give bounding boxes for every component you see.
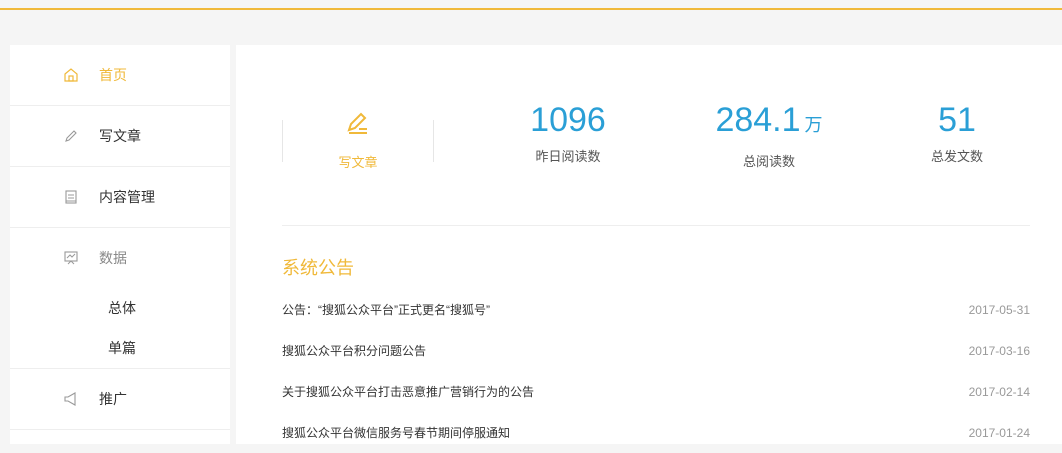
sidebar-item-label: 推广 — [99, 391, 127, 407]
sidebar-item-write[interactable]: 写文章 — [10, 106, 230, 167]
chart-board-icon — [63, 250, 79, 266]
megaphone-icon — [63, 391, 79, 407]
main-panel: 写文章 1096 昨日阅读数 284.1 万 总阅读数 51 总发文数 系统公告 … — [236, 45, 1062, 444]
stat-label: 昨日阅读数 — [535, 149, 601, 164]
sidebar-group-data: 数据 总体 单篇 — [10, 228, 230, 369]
sidebar-item-label: 首页 — [99, 67, 127, 83]
top-bar — [0, 0, 1062, 10]
sidebar: 首页 写文章 内容管理 数据 总体 单篇 推广 — [10, 45, 230, 444]
write-article-label: 写文章 — [338, 155, 378, 170]
notice-item[interactable]: 搜狐公众平台微信服务号春节期间停服通知 2017-01-24 — [282, 412, 1030, 453]
sidebar-item-label: 内容管理 — [99, 189, 155, 205]
notice-title: 搜狐公众平台积分问题公告 — [282, 344, 427, 358]
write-pen-icon — [345, 110, 371, 141]
write-article-button[interactable]: 写文章 — [282, 112, 434, 170]
home-icon — [63, 67, 79, 83]
sidebar-item-content[interactable]: 内容管理 — [10, 167, 230, 228]
stat-value: 1096 — [530, 101, 606, 139]
pencil-icon — [63, 128, 79, 144]
stats-row: 写文章 1096 昨日阅读数 284.1 万 总阅读数 51 总发文数 — [282, 100, 1032, 170]
sidebar-item-data[interactable]: 数据 — [10, 228, 230, 288]
notice-section-title: 系统公告 — [282, 258, 354, 278]
divider — [282, 225, 1030, 226]
notice-title: 关于搜狐公众平台打击恶意推广营销行为的公告 — [282, 385, 535, 399]
stat-yesterday-reads: 1096 昨日阅读数 — [508, 100, 628, 165]
document-icon — [63, 189, 79, 205]
notice-date: 2017-03-16 — [968, 343, 1030, 358]
stat-value: 51 — [938, 101, 976, 139]
sidebar-subitem-label: 总体 — [108, 300, 136, 316]
notice-date: 2017-02-14 — [968, 384, 1030, 399]
notice-item[interactable]: 关于搜狐公众平台打击恶意推广营销行为的公告 2017-02-14 — [282, 371, 1030, 412]
stat-unit: 万 — [804, 115, 823, 135]
sidebar-subitem-single[interactable]: 单篇 — [10, 328, 230, 368]
notice-item[interactable]: 公告：“搜狐公众平台”正式更名“搜狐号” 2017-05-31 — [282, 289, 1030, 330]
notice-date: 2017-01-24 — [968, 425, 1030, 440]
stat-label: 总发文数 — [930, 149, 983, 164]
sidebar-item-label: 写文章 — [99, 128, 141, 144]
sidebar-subitem-label: 单篇 — [108, 340, 136, 356]
sidebar-subitem-overall[interactable]: 总体 — [10, 288, 230, 328]
stat-total-posts: 51 总发文数 — [907, 100, 1007, 165]
notice-title: 搜狐公众平台微信服务号春节期间停服通知 — [282, 426, 511, 440]
notice-date: 2017-05-31 — [968, 302, 1030, 317]
stat-label: 总阅读数 — [742, 154, 795, 169]
sidebar-item-promote[interactable]: 推广 — [10, 369, 230, 430]
stat-value: 284.1 — [715, 101, 801, 139]
sidebar-item-home[interactable]: 首页 — [10, 45, 230, 106]
notice-list: 公告：“搜狐公众平台”正式更名“搜狐号” 2017-05-31 搜狐公众平台积分… — [282, 289, 1030, 453]
stat-total-reads: 284.1 万 总阅读数 — [694, 100, 844, 170]
sidebar-item-label: 数据 — [99, 250, 127, 266]
notice-title: 公告：“搜狐公众平台”正式更名“搜狐号” — [282, 303, 490, 317]
notice-item[interactable]: 搜狐公众平台积分问题公告 2017-03-16 — [282, 330, 1030, 371]
stat-value-wrap: 284.1 万 — [694, 100, 844, 145]
